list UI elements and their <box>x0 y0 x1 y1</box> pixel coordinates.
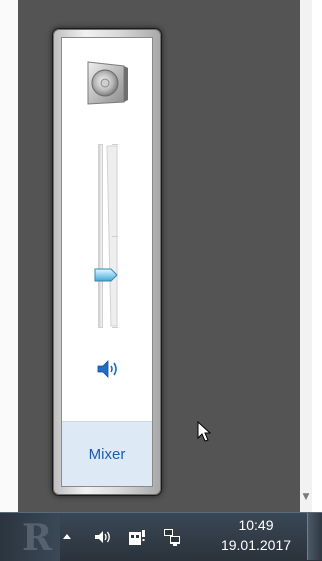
volume-flyout: Mixer <box>52 28 162 496</box>
mouse-cursor-icon <box>197 421 211 442</box>
mixer-bar: Mixer <box>62 421 152 486</box>
mixer-link[interactable]: Mixer <box>89 446 126 463</box>
volume-slider-thumb[interactable] <box>94 268 118 282</box>
start-button-area[interactable]: R <box>0 513 60 561</box>
show-desktop-button[interactable] <box>307 513 322 560</box>
action-center-icon[interactable] <box>127 527 147 547</box>
clock-time: 10:49 <box>238 517 274 533</box>
right-window-edge <box>312 0 322 512</box>
clock-date: 19.01.2017 <box>220 537 292 553</box>
taskbar-clock[interactable]: 10:49 19.01.2017 <box>206 515 306 555</box>
show-hidden-icons-arrow[interactable] <box>62 532 72 540</box>
slider-tick <box>112 144 118 145</box>
slider-tick <box>112 236 118 237</box>
volume-icon[interactable] <box>92 527 112 547</box>
slider-tick <box>112 327 118 328</box>
logo-glyph: R <box>22 517 52 559</box>
left-window-edge <box>0 0 18 512</box>
slider-track[interactable] <box>98 144 103 328</box>
speaker-device-icon[interactable] <box>84 58 130 106</box>
volume-slider[interactable] <box>94 144 120 330</box>
network-icon[interactable] <box>162 527 182 547</box>
scroll-down-arrow-icon[interactable]: ▼ <box>301 492 311 502</box>
volume-panel: Mixer <box>61 37 153 487</box>
mute-speaker-icon[interactable] <box>95 358 121 380</box>
scrollbar-track[interactable] <box>300 0 312 512</box>
